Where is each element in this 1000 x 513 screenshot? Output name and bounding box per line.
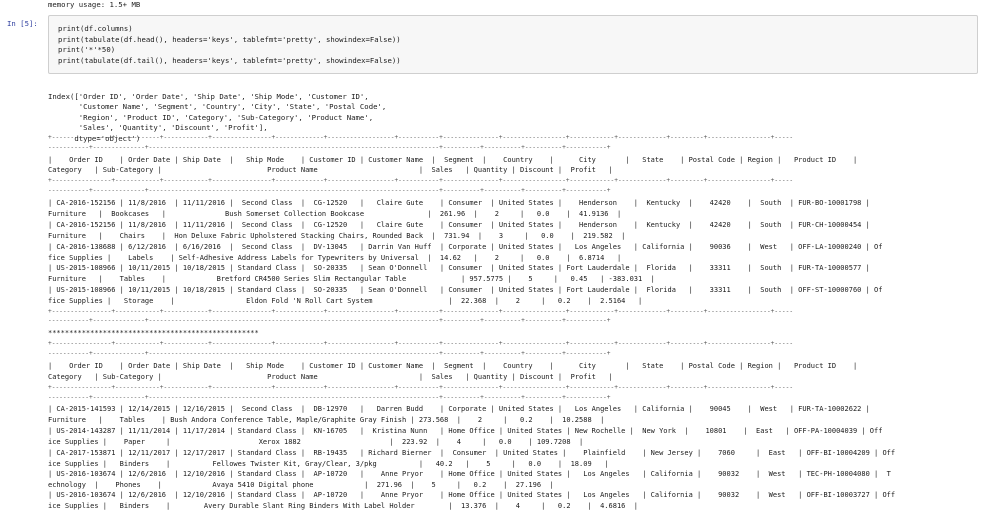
table-border: -----------+--------------+-------------… — [48, 394, 611, 401]
table-row: Furniture | Tables | Bretford CR4500 Ser… — [48, 275, 655, 283]
table-row: | US-2016-103674 | 12/6/2016 | 12/10/201… — [48, 491, 896, 499]
cell-prompt: In [5]: — [7, 19, 38, 28]
table-header-row: Category | Sub-Category | Product Name |… — [48, 166, 613, 174]
table-header-row: | Order ID | Order Date | Ship Date | Sh… — [48, 156, 858, 164]
output-line: 'Sales', 'Quantity', 'Discount', 'Profit… — [48, 123, 268, 132]
table-row: | US-2014-143287 | 11/11/2014 | 11/17/20… — [48, 427, 883, 435]
output-line: 'Customer Name', 'Segment', 'Country', '… — [48, 102, 387, 111]
table-row: | CA-2015-141593 | 12/14/2015 | 12/16/20… — [48, 405, 870, 413]
code-line: print(df.columns) — [58, 24, 133, 33]
table-row: | US-2016-103674 | 12/6/2016 | 12/10/201… — [48, 470, 891, 478]
code-line: print(tabulate(df.head(), headers='keys'… — [58, 34, 401, 44]
table-row: Furniture | Chairs | Hon Deluxe Fabric U… — [48, 232, 626, 240]
table-row: Furniture | Bookcases | Bush Somerset Co… — [48, 210, 622, 218]
memory-usage-line: memory usage: 1.5+ MB — [48, 0, 141, 9]
table-border: +----------------+------------+---------… — [48, 384, 794, 391]
code-cell-input[interactable]: print(df.columns) print(tabulate(df.head… — [48, 15, 978, 74]
code-line: print(tabulate(df.tail(), headers='keys'… — [58, 55, 401, 65]
table-row: echnology | Phones | Avaya 5410 Digital … — [48, 481, 554, 489]
table-row: ice Supplies | Binders | Fellowes Twiste… — [48, 460, 609, 468]
table-header-row: Category | Sub-Category | Product Name |… — [48, 373, 613, 381]
table-border: +----------------+------------+---------… — [48, 340, 794, 347]
table-border: -----------+--------------+-------------… — [48, 350, 611, 357]
table-border: -----------+--------------+-------------… — [48, 187, 611, 194]
table-border: +----------------+------------+---------… — [48, 308, 794, 315]
stars-separator: ****************************************… — [48, 329, 259, 337]
table-row: fice Supplies | Storage | Eldon Fold 'N … — [48, 297, 643, 305]
table-row: | CA-2016-152156 | 11/8/2016 | 11/11/201… — [48, 221, 870, 229]
table-row: | CA-2017-153871 | 12/11/2017 | 12/17/20… — [48, 449, 896, 457]
table-row: fice Supplies | Labels | Self-Adhesive A… — [48, 254, 622, 262]
table-row: | US-2015-108966 | 10/11/2015 | 10/18/20… — [48, 264, 870, 272]
code-line: print('*'*50) — [58, 45, 116, 54]
table-row: | US-2015-108966 | 10/11/2015 | 10/18/20… — [48, 286, 883, 294]
table-row: Furniture | Tables | Bush Andora Confere… — [48, 416, 605, 424]
table-border: -----------+--------------+-------------… — [48, 317, 611, 324]
table-row: ice Supplies | Paper | Xerox 1882 | 223.… — [48, 438, 584, 446]
output-line: 'Region', 'Product ID', 'Category', 'Sub… — [48, 112, 374, 122]
table-header-row: | Order ID | Order Date | Ship Date | Sh… — [48, 362, 858, 370]
table-row: ice Supplies | Binders | Avery Durable S… — [48, 502, 639, 510]
table-row: | CA-2016-138688 | 6/12/2016 | 6/16/2016… — [48, 243, 883, 251]
table-border: +----------------+------------+---------… — [48, 134, 794, 141]
table-border: -----------+--------------+-------------… — [48, 144, 611, 151]
output-line: Index(['Order ID', 'Order Date', 'Ship D… — [48, 91, 369, 101]
table-row: | CA-2016-152156 | 11/8/2016 | 11/11/201… — [48, 199, 870, 207]
table-border: +----------------+------------+---------… — [48, 177, 794, 184]
